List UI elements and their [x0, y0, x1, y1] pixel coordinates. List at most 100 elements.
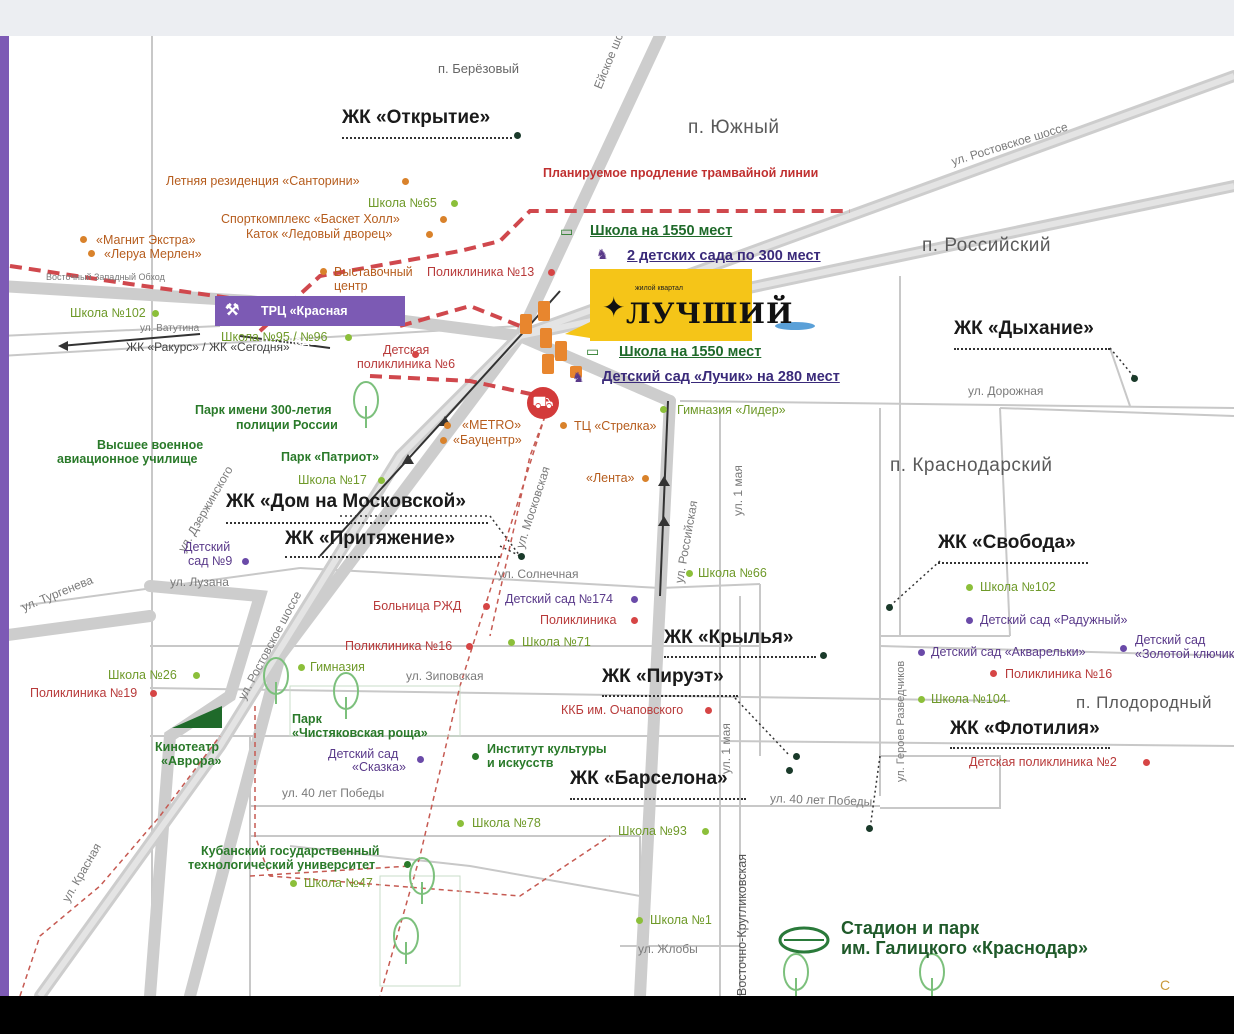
- poi-gimnaziya: Гимназия: [310, 660, 365, 674]
- poi-ds-174-dot: [631, 596, 638, 603]
- poi-school-1-dot: [636, 917, 643, 924]
- poi-kubgtu-dot: [404, 861, 411, 868]
- poi-zolotoy-1: Детский сад: [1135, 633, 1206, 647]
- zhk-barselona-dot: [786, 767, 793, 774]
- zhk-flotiliya-underline: [950, 747, 1110, 749]
- poi-leroy: «Леруа Мерлен»: [104, 247, 202, 261]
- poi-metro: «METRO»: [462, 418, 522, 432]
- zhk-prityazhenie-underline: [285, 556, 500, 558]
- poi-school-66-dot: [686, 570, 693, 577]
- poi-school-71: Школа №71: [522, 635, 591, 649]
- zhk-flotiliya-dot: [866, 825, 873, 832]
- poi-school-102w: Школа №102: [70, 306, 146, 320]
- area-berezoviy: п. Берёзовый: [438, 61, 520, 76]
- feature-kg-1: 2 детских сада по 300 мест: [627, 248, 821, 264]
- poi-skazka-a: Детский сад: [328, 747, 399, 761]
- poi-school-104-dot: [918, 696, 925, 703]
- zhk-flotiliya[interactable]: ЖК «Флотилия»: [950, 719, 1100, 738]
- poi-park-300b: полиции России: [236, 418, 338, 432]
- zhk-dom-moskovskoy[interactable]: ЖК «Дом на Московской»: [226, 492, 466, 511]
- book-icon-2: ▭: [586, 343, 600, 359]
- poi-park-a: Парк: [292, 712, 322, 726]
- poi-basket: Спорткомплекс «Баскет Холл»: [221, 212, 400, 226]
- bottom-black-bar: [0, 996, 1234, 1034]
- star-icon: ✦: [602, 292, 626, 323]
- stadium-icon: [778, 926, 830, 954]
- street-pobedy-west: ул. 40 лет Победы: [282, 786, 385, 800]
- brand-luchshiy[interactable]: ✦ жилой квартал ЛУЧШИЙ: [590, 269, 792, 341]
- poi-katok-dot: [426, 231, 433, 238]
- poi-bolnica: Больница РЖД: [373, 599, 462, 613]
- rocking-horse-icon-2: ♞: [572, 369, 585, 385]
- poi-strelka-dot: [560, 422, 567, 429]
- zhk-dom-underline: [226, 522, 488, 524]
- poi-institut-dot: [472, 753, 479, 760]
- poi-school-47: Школа №47: [304, 876, 373, 890]
- zhk-svoboda-dot: [886, 604, 893, 611]
- feature-school-2: Школа на 1550 мест: [619, 344, 762, 360]
- poi-avrora-a: Кинотеатр: [155, 740, 219, 754]
- poi-lider-dot: [660, 406, 667, 413]
- trc-krasnaya-ploshchad[interactable]: ⚒ ТРЦ «Красная площадь»: [215, 296, 405, 348]
- cannon-icon: ⚒: [225, 302, 240, 319]
- poi-vvau-a: Высшее военное: [97, 438, 204, 452]
- poi-raduzhny-dot: [966, 617, 973, 624]
- poi-stadion-a: Стадион и парк: [841, 918, 980, 938]
- zhk-krylya-dot: [820, 652, 827, 659]
- poi-school-71-dot: [508, 639, 515, 646]
- area-rossiyskiy: п. Российский: [922, 235, 1052, 256]
- poi-basket-dot: [440, 216, 447, 223]
- zhk-krylya[interactable]: ЖК «Крылья»: [664, 628, 793, 647]
- poi-metro-dot: [444, 422, 451, 429]
- poi-school-95: Школа №95 / №96: [221, 330, 328, 344]
- poi-patriot: Парк «Патриот»: [281, 450, 380, 464]
- poi-det-9-dot: [242, 558, 249, 565]
- poi-school-66: Школа №66: [698, 566, 767, 580]
- zhk-piruet[interactable]: ЖК «Пируэт»: [602, 667, 724, 686]
- poi-pol-16e: Поликлиника №16: [1005, 667, 1113, 681]
- poi-kubgtu-b: технологический университет: [188, 858, 376, 872]
- poi-school-65: Школа №65: [368, 196, 437, 210]
- poi-raduzhny: Детский сад «Радужный»: [980, 613, 1128, 627]
- zhk-barselona[interactable]: ЖК «Барселона»: [570, 769, 728, 788]
- poi-katok: Каток «Ледовый дворец»: [246, 227, 393, 241]
- poi-school-95-dot: [345, 334, 352, 341]
- street-zipovskaya: ул. Зиповская: [406, 669, 484, 683]
- poi-det-pol-6a: Детская: [383, 343, 430, 357]
- poi-school-104: Школа №104: [931, 692, 1007, 706]
- poi-ds-174: Детский сад №174: [505, 592, 613, 606]
- poi-vystavochny: Выставочный: [334, 265, 413, 279]
- street-geroev: ул. Героев Разведчиков: [895, 660, 907, 782]
- street-pobedy-east: ул. 40 лет Победы: [769, 791, 873, 809]
- corner-mark: С: [1160, 977, 1171, 993]
- zhk-svoboda[interactable]: ЖК «Свобода»: [938, 533, 1076, 552]
- zhk-piruet-underline: [602, 695, 738, 697]
- poi-skazka-b: «Сказка»: [352, 760, 406, 774]
- poi-park-b: «Чистяковская роща»: [292, 726, 428, 740]
- poi-pol-16w-dot: [466, 643, 473, 650]
- street-may1: ул. 1 мая: [731, 465, 745, 516]
- planned-tram-label: Планируемое продление трамвайной линии: [543, 166, 819, 180]
- street-may1-south: ул. 1 мая: [719, 723, 733, 774]
- zhk-prityazhenie[interactable]: ЖК «Притяжение»: [285, 529, 455, 548]
- zhk-dyhanie[interactable]: ЖК «Дыхание»: [954, 319, 1094, 338]
- rocking-horse-icon: ♞: [596, 246, 609, 262]
- street-bypass: Восточный Западный Обход: [46, 272, 165, 282]
- street-zhloby: ул. Жлобы: [638, 942, 698, 956]
- street-vatutina: ул. Ватутина: [140, 323, 200, 334]
- tram-icon[interactable]: ⛟: [527, 387, 559, 419]
- poi-school-26-dot: [193, 672, 200, 679]
- zhk-svoboda-underline: [938, 562, 1088, 564]
- map-canvas[interactable]: п. Берёзовый п. Южный п. Российский п. К…: [0, 36, 1234, 996]
- poi-kkb: ККБ им. Очаповского: [561, 703, 684, 717]
- poi-school-47-dot: [290, 880, 297, 887]
- poi-avrora-b: «Аврора»: [161, 754, 222, 768]
- poi-leroy-dot: [88, 250, 95, 257]
- zhk-otkrytie[interactable]: ЖК «Открытие»: [342, 108, 490, 127]
- poi-akvarelki: Детский сад «Акварельки»: [931, 645, 1086, 659]
- poi-bolnica-dot: [483, 603, 490, 610]
- poi-baucentr-dot: [440, 437, 447, 444]
- poi-stadion-b: им. Галицкого «Краснодар»: [841, 938, 1089, 958]
- poi-strelka: ТЦ «Стрелка»: [574, 419, 657, 433]
- area-yuzhny: п. Южный: [688, 117, 780, 138]
